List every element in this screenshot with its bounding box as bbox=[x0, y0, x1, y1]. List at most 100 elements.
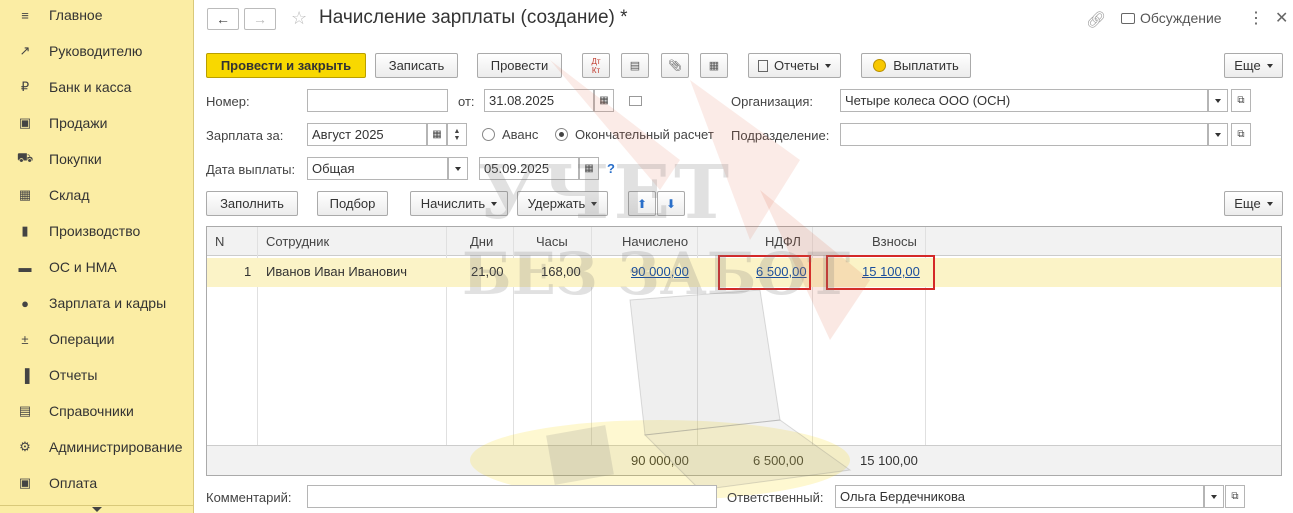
chevron-down-icon bbox=[591, 201, 598, 206]
discuss-button[interactable]: Обсуждение bbox=[1121, 10, 1222, 26]
sidebar-item[interactable]: ▬ ОС и НМА bbox=[0, 249, 194, 285]
pay-date-field[interactable]: 05.09.2025 bbox=[479, 157, 579, 180]
accrue-button[interactable]: Начислить bbox=[410, 191, 508, 216]
link-icon[interactable]: 🔗︎ bbox=[1086, 10, 1106, 30]
sidebar-item[interactable]: ▣ Оплата bbox=[0, 465, 194, 501]
col-hours[interactable]: Часы bbox=[536, 234, 568, 249]
pay-date-label: Дата выплаты: bbox=[206, 162, 296, 177]
calendar-icon: ▦ bbox=[432, 129, 442, 140]
select-button[interactable]: Подбор bbox=[317, 191, 388, 216]
attach-button[interactable]: 📎︎ bbox=[661, 53, 689, 78]
cell-hours[interactable]: 168,00 bbox=[541, 264, 581, 279]
sidebar-item[interactable]: ▐ Отчеты bbox=[0, 357, 194, 393]
sidebar-item-label: Главное bbox=[49, 7, 103, 23]
responsible-dropdown[interactable] bbox=[1204, 485, 1224, 508]
cell-days[interactable]: 21,00 bbox=[471, 264, 504, 279]
date-label: от: bbox=[458, 94, 475, 109]
number-field[interactable] bbox=[307, 89, 448, 112]
sidebar-item[interactable]: ≡ Главное bbox=[0, 0, 194, 33]
col-employee[interactable]: Сотрудник bbox=[266, 234, 329, 249]
accrue-label: Начислить bbox=[420, 196, 486, 211]
pay-date-calendar-button[interactable]: ▦ bbox=[579, 157, 599, 180]
help-icon[interactable]: ? bbox=[607, 161, 615, 176]
comment-field[interactable] bbox=[307, 485, 717, 508]
sidebar-item[interactable]: ± Операции bbox=[0, 321, 194, 357]
total-ndfl: 6 500,00 bbox=[753, 453, 804, 468]
col-n[interactable]: N bbox=[215, 234, 224, 249]
responsible-open-button[interactable]: ⧉ bbox=[1225, 485, 1245, 508]
org-dropdown-button[interactable] bbox=[1208, 89, 1228, 112]
col-contrib[interactable]: Взносы bbox=[872, 234, 917, 249]
close-icon[interactable]: ✕ bbox=[1275, 8, 1288, 28]
sidebar-item[interactable]: ▦ Склад bbox=[0, 177, 194, 213]
chevron-down-icon bbox=[1211, 494, 1217, 499]
sidebar-item-label: ОС и НМА bbox=[49, 259, 117, 275]
sidebar-item[interactable]: ● Зарплата и кадры bbox=[0, 285, 194, 321]
pay-button[interactable]: Выплатить bbox=[861, 53, 971, 78]
date-field[interactable]: 31.08.2025 bbox=[484, 89, 594, 112]
structure-button[interactable]: ▦ bbox=[700, 53, 728, 78]
dept-open-button[interactable]: ⧉ bbox=[1231, 123, 1251, 146]
sidebar-item[interactable]: ⚙ Администрирование bbox=[0, 429, 194, 465]
coin-icon bbox=[873, 59, 887, 72]
bag-icon: ▣ bbox=[18, 115, 32, 130]
table-more-label: Еще bbox=[1234, 196, 1261, 211]
more-button[interactable]: Еще bbox=[1224, 53, 1283, 78]
reports-button[interactable]: Отчеты bbox=[748, 53, 841, 78]
post-button[interactable]: Провести bbox=[477, 53, 562, 78]
sidebar-item[interactable]: ⛟ Покупки bbox=[0, 141, 194, 177]
month-stepper[interactable]: ▲ ▼ bbox=[447, 123, 467, 146]
more-vert-icon[interactable]: ⋮ bbox=[1248, 8, 1264, 28]
sidebar-item[interactable]: ▣ Продажи bbox=[0, 105, 194, 141]
sidebar-item[interactable]: ↗ Руководителю bbox=[0, 33, 194, 69]
back-button[interactable]: ← bbox=[207, 8, 239, 30]
sidebar-item[interactable]: ₽ Банк и касса bbox=[0, 69, 194, 105]
fill-button[interactable]: Заполнить bbox=[206, 191, 298, 216]
col-ndfl[interactable]: НДФЛ bbox=[765, 234, 801, 249]
arrow-left-icon: ← bbox=[216, 11, 230, 27]
dt-kt-button[interactable]: Дт Кт bbox=[582, 53, 610, 78]
withhold-button[interactable]: Удержать bbox=[517, 191, 608, 216]
org-field[interactable]: Четыре колеса ООО (ОСН) bbox=[840, 89, 1208, 112]
cell-employee[interactable]: Иванов Иван Иванович bbox=[266, 264, 407, 279]
table-header: N Сотрудник Дни Часы Начислено НДФЛ Взно… bbox=[207, 227, 1281, 256]
sidebar-item[interactable]: ▮ Производство bbox=[0, 213, 194, 249]
more-label: Еще bbox=[1234, 58, 1261, 73]
paperclip-icon: 📎︎ bbox=[668, 60, 682, 72]
pay-date-type-dropdown[interactable] bbox=[448, 157, 468, 180]
dt-kt-icon: ± bbox=[21, 331, 29, 347]
table-more-button[interactable]: Еще bbox=[1224, 191, 1283, 216]
save-button[interactable]: Записать bbox=[375, 53, 458, 78]
salary-month-field[interactable]: Август 2025 bbox=[307, 123, 427, 146]
dept-field[interactable] bbox=[840, 123, 1208, 146]
move-up-button[interactable]: ⬆︎ bbox=[628, 191, 656, 216]
person-icon: ● bbox=[21, 295, 29, 311]
kt-label: Кт bbox=[591, 65, 601, 75]
print-list-button[interactable]: ▤ bbox=[621, 53, 649, 78]
calendar-button[interactable]: ▦ bbox=[594, 89, 614, 112]
forward-button[interactable]: → bbox=[244, 8, 276, 30]
col-accrued[interactable]: Начислено bbox=[622, 234, 688, 249]
responsible-field[interactable]: Ольга Бердечникова bbox=[835, 485, 1204, 508]
cell-accrued[interactable]: 90 000,00 bbox=[631, 264, 689, 279]
accrued-link[interactable]: 90 000,00 bbox=[631, 264, 689, 279]
advance-label: Аванс bbox=[502, 127, 539, 142]
final-calc-radio[interactable] bbox=[555, 128, 568, 141]
org-open-button[interactable]: ⧉ bbox=[1231, 89, 1251, 112]
pay-date-type-field[interactable]: Общая bbox=[307, 157, 448, 180]
post-and-close-button[interactable]: Провести и закрыть bbox=[206, 53, 366, 78]
sidebar-item-label: Оплата bbox=[49, 475, 98, 491]
month-calendar-button[interactable]: ▦ bbox=[427, 123, 447, 146]
org-label: Организация: bbox=[731, 94, 814, 109]
chevron-down-icon bbox=[1266, 63, 1273, 68]
doc-icon[interactable] bbox=[629, 96, 642, 106]
table-totals: 90 000,00 6 500,00 15 100,00 bbox=[207, 445, 1281, 475]
sidebar-scroll-down[interactable] bbox=[0, 505, 194, 513]
move-down-button[interactable]: ⬇︎ bbox=[657, 191, 685, 216]
star-icon[interactable]: ☆ bbox=[291, 8, 307, 29]
menu-icon: ≡ bbox=[21, 7, 29, 23]
dept-dropdown-button[interactable] bbox=[1208, 123, 1228, 146]
advance-radio[interactable] bbox=[482, 128, 495, 141]
col-days[interactable]: Дни bbox=[470, 234, 493, 249]
sidebar-item[interactable]: ▤ Справочники bbox=[0, 393, 194, 429]
